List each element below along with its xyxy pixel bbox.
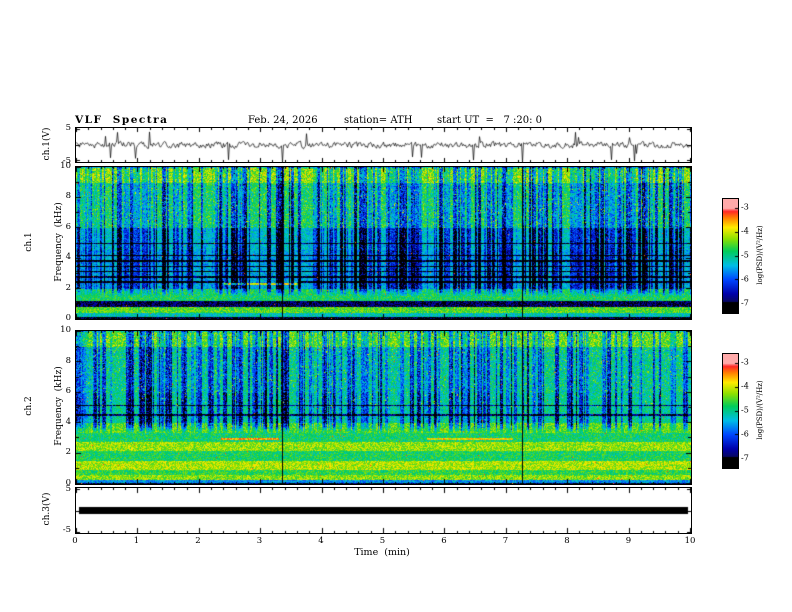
- x-tick-label: 9: [625, 536, 632, 546]
- colorbar-ch2-tick-label: -7: [741, 453, 749, 463]
- colorbar-ch1-tick-label: -7: [741, 298, 749, 308]
- x-axis-title: Time (min): [354, 547, 410, 558]
- ch2-spec-y-tick-label: 8: [65, 355, 71, 366]
- x-tick-label: 0: [72, 536, 78, 546]
- colorbar-ch1-tick-label: -3: [741, 202, 749, 212]
- colorbar-ch1-tick-label: -5: [741, 250, 749, 260]
- ch1-wave-y-tick-label: 5: [65, 123, 71, 133]
- ch2-spec-y-tick-label: 6: [65, 386, 71, 397]
- x-tick-label: 4: [318, 536, 324, 546]
- vlf-spectra-figure: VLF Spectra Feb. 24, 2026 station= ATH s…: [0, 0, 792, 612]
- x-tick-label: 8: [564, 536, 570, 546]
- ch1-spec-y-tick-label: 2: [65, 282, 71, 293]
- start-ut-label: start UT = 7 :20: 0: [437, 115, 543, 126]
- colorbar-ch1-label: log(PSD)/(V²/Hz): [756, 225, 764, 285]
- x-tick-label: 5: [379, 536, 386, 546]
- ch2-spectrogram: [75, 330, 692, 485]
- colorbar-ch2-tick-label: -6: [741, 429, 749, 439]
- colorbar-ch1: [722, 198, 739, 314]
- ch1-spec-y-tick-label: 0: [65, 313, 71, 323]
- x-tick-label: 2: [195, 536, 201, 546]
- ch1-spec-y-axis-label: ch.1 Frequency (kHz): [4, 202, 84, 281]
- ch1-spec-frequency-label: Frequency (kHz): [54, 202, 64, 282]
- ch1-spec-y-tick-label: 6: [65, 221, 71, 232]
- ch1-wave-y-axis-label: ch.1(V): [42, 127, 52, 161]
- ch1-spec-y-tick-label: 10: [60, 161, 71, 171]
- ch2-spec-channel-label: ch.2: [24, 396, 34, 416]
- ch1-waveform-plot: [75, 127, 692, 163]
- ch3-wave-y-axis-label: ch.3(V): [42, 492, 52, 526]
- colorbar-ch1-tick-label: -6: [741, 274, 749, 284]
- ch2-spec-y-tick-label: 10: [60, 325, 71, 335]
- plot-title: VLF Spectra: [75, 114, 169, 126]
- ch2-spec-y-tick-label: 2: [65, 447, 71, 458]
- x-tick-label: 1: [133, 536, 140, 546]
- station-label: station= ATH: [344, 115, 413, 126]
- ch2-spec-frequency-label: Frequency (kHz): [54, 366, 64, 446]
- ch2-spec-y-tick-label: 4: [65, 416, 71, 427]
- x-tick-label: 3: [256, 536, 263, 546]
- colorbar-ch2-label: log(PSD)/(V²/Hz): [756, 380, 764, 440]
- colorbar-ch2-tick-label: -3: [741, 357, 749, 367]
- ch3-wave-y-tick-label: 5: [65, 484, 71, 494]
- ch2-spec-y-axis-label: ch.2 Frequency (kHz): [4, 366, 84, 445]
- ch3-wave-y-tick-label: -5: [62, 525, 71, 535]
- ch1-spec-y-tick-label: 4: [65, 252, 71, 263]
- x-tick-label: 10: [684, 536, 696, 546]
- ch3-waveform-plot: [75, 487, 692, 534]
- colorbar-ch1-tick-label: -4: [741, 226, 749, 236]
- ch1-spec-channel-label: ch.1: [24, 232, 34, 252]
- colorbar-ch2: [722, 353, 739, 469]
- ch1-spectrogram: [75, 166, 692, 320]
- date-label: Feb. 24, 2026: [248, 115, 318, 126]
- x-tick-label: 7: [502, 536, 509, 546]
- colorbar-ch2-tick-label: -4: [741, 381, 749, 391]
- ch1-spec-y-tick-label: 8: [65, 191, 71, 202]
- colorbar-ch2-tick-label: -5: [741, 405, 749, 415]
- x-tick-label: 6: [441, 536, 447, 546]
